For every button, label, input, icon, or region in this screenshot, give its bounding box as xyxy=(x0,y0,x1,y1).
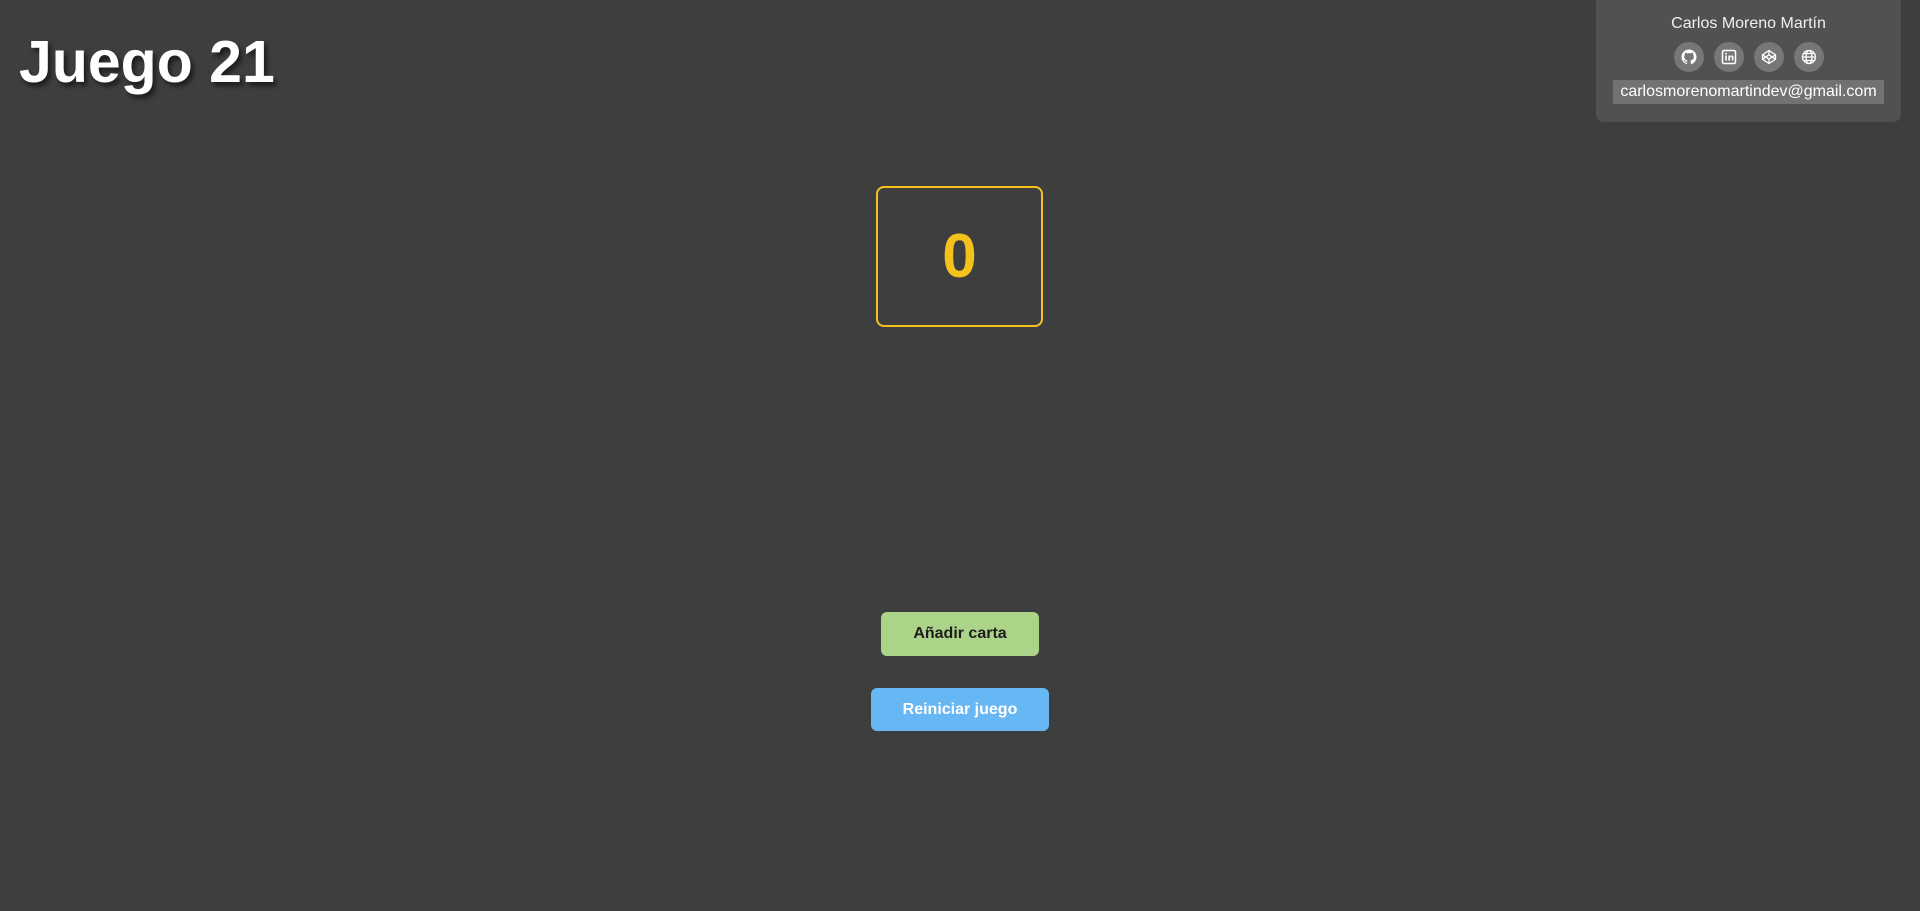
reset-game-button[interactable]: Reiniciar juego xyxy=(871,688,1049,731)
codepen-link[interactable] xyxy=(1753,42,1784,72)
linkedin-icon xyxy=(1721,49,1736,65)
score-value: 0 xyxy=(942,222,977,291)
linkedin-link[interactable] xyxy=(1713,42,1744,72)
globe-icon xyxy=(1801,49,1816,65)
social-links xyxy=(1596,42,1901,72)
game-page: Juego 21 Carlos Moreno Martín carlosmore… xyxy=(0,0,1920,911)
score-display: 0 xyxy=(876,186,1043,327)
page-title: Juego 21 xyxy=(19,29,275,95)
author-profile-card: Carlos Moreno Martín carlosmorenomartind… xyxy=(1596,0,1901,122)
author-email[interactable]: carlosmorenomartindev@gmail.com xyxy=(1613,80,1884,104)
author-name: Carlos Moreno Martín xyxy=(1671,15,1826,32)
codepen-icon xyxy=(1761,49,1776,65)
website-link[interactable] xyxy=(1793,42,1824,72)
github-icon xyxy=(1681,49,1697,65)
github-link[interactable] xyxy=(1673,42,1704,72)
add-card-button[interactable]: Añadir carta xyxy=(881,612,1039,656)
